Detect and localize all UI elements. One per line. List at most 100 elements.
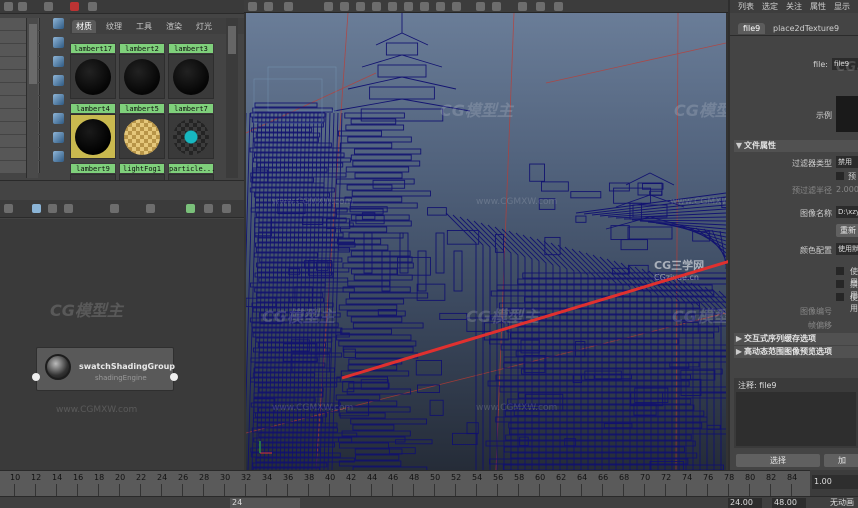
watermark: CG模型主 <box>836 60 858 75</box>
time-tick-label: 42 <box>346 473 357 482</box>
select-button[interactable]: 选择 <box>736 454 820 467</box>
time-tick <box>161 484 162 496</box>
time-tick-label: 30 <box>220 473 231 482</box>
time-tick <box>140 484 141 496</box>
menu-list[interactable]: 列表 <box>738 0 754 13</box>
time-tick-label: 56 <box>493 473 504 482</box>
time-tick-label: 12 <box>31 473 42 482</box>
time-tick <box>623 484 624 496</box>
time-tick <box>518 484 519 496</box>
time-tick-label: 18 <box>94 473 105 482</box>
time-tick-label: 66 <box>598 473 609 482</box>
collapse-triangle-icon: ▼ <box>735 141 743 150</box>
disable-checkbox[interactable] <box>836 280 844 288</box>
time-tick <box>539 484 540 496</box>
time-tick-label: 16 <box>73 473 84 482</box>
section-title: 高动态范围图像预览选项 <box>744 347 832 356</box>
time-tick-label: 36 <box>283 473 294 482</box>
time-tick-label: 48 <box>409 473 420 482</box>
range-end-field[interactable]: 24.00 <box>728 498 762 508</box>
prefilter-radius-label: 预过滤半径 <box>792 186 832 195</box>
time-tick-label: 38 <box>304 473 315 482</box>
attr-menu-bar: 列表 选定 关注 属性 显示 <box>730 0 858 13</box>
time-tick <box>266 484 267 496</box>
time-tick-label: 82 <box>766 473 777 482</box>
time-tick-label: 58 <box>514 473 525 482</box>
section-title: 文件属性 <box>744 141 776 150</box>
time-tick-label: 84 <box>787 473 798 482</box>
time-tick-label: 78 <box>724 473 735 482</box>
time-tick-label: 52 <box>451 473 462 482</box>
time-tick <box>770 484 771 496</box>
time-tick <box>560 484 561 496</box>
time-tick <box>77 484 78 496</box>
time-tick <box>371 484 372 496</box>
tab-file9[interactable]: file9 <box>738 23 766 34</box>
frame-number-label: 图像编号 <box>800 307 832 316</box>
time-tick <box>224 484 225 496</box>
section-interactive-sequence[interactable]: ▶ 交互式序列缓存选项 <box>734 333 858 345</box>
load-attributes-button[interactable]: 加 <box>824 454 858 467</box>
time-tick <box>749 484 750 496</box>
file-node-label: file: <box>813 60 828 69</box>
time-tick-label: 26 <box>178 473 189 482</box>
time-tick <box>497 484 498 496</box>
expand-triangle-icon: ▶ <box>735 334 743 343</box>
time-tick <box>644 484 645 496</box>
time-tick <box>119 484 120 496</box>
time-tick-label: 50 <box>430 473 441 482</box>
reload-button[interactable]: 重新 <box>836 224 858 237</box>
time-tick <box>392 484 393 496</box>
range-max-field[interactable]: 48.00 <box>772 498 806 508</box>
time-tick <box>245 484 246 496</box>
time-tick-label: 24 <box>157 473 168 482</box>
menu-focus[interactable]: 关注 <box>786 0 802 13</box>
current-frame-field[interactable]: 1.00 <box>812 475 858 489</box>
frame-offset-label: 帧偏移 <box>808 321 832 330</box>
time-tick <box>203 484 204 496</box>
color-space-dropdown[interactable]: 使用默 <box>836 243 858 255</box>
notes-textarea[interactable] <box>736 392 856 446</box>
prefilter-label: 预 <box>848 172 856 181</box>
section-file-attributes[interactable]: ▼ 文件属性 <box>734 140 858 152</box>
time-tick <box>791 484 792 496</box>
use-label-3: 使用 <box>850 293 858 313</box>
sample-label: 示例 <box>816 111 832 120</box>
filter-type-label: 过滤器类型 <box>792 159 832 168</box>
time-tick-label: 20 <box>115 473 126 482</box>
time-tick <box>14 484 15 496</box>
range-start-field[interactable]: 24 <box>230 498 300 508</box>
sample-swatch <box>836 96 858 132</box>
time-tick-label: 22 <box>136 473 147 482</box>
time-tick <box>329 484 330 496</box>
time-tick-label: 72 <box>661 473 672 482</box>
menu-show[interactable]: 显示 <box>834 0 850 13</box>
menu-selected[interactable]: 选定 <box>762 0 778 13</box>
prefilter-checkbox[interactable] <box>836 172 844 180</box>
tab-place2dtexture9[interactable]: place2dTexture9 <box>768 23 844 34</box>
time-tick-label: 46 <box>388 473 399 482</box>
time-tick <box>728 484 729 496</box>
section-hdr-preview[interactable]: ▶ 高动态范围图像预览选项 <box>734 346 858 358</box>
time-tick <box>455 484 456 496</box>
image-name-field[interactable]: D:\xzy <box>836 206 858 218</box>
time-tick <box>35 484 36 496</box>
time-tick <box>581 484 582 496</box>
use-checkbox-1[interactable] <box>836 267 844 275</box>
time-tick-label: 70 <box>640 473 651 482</box>
use-checkbox-2[interactable] <box>836 293 844 301</box>
time-tick <box>413 484 414 496</box>
anim-layer-status: 无动画层 <box>828 498 858 508</box>
time-tick <box>476 484 477 496</box>
color-space-label: 颜色配置 <box>800 246 832 255</box>
time-tick-label: 34 <box>262 473 273 482</box>
time-tick-label: 40 <box>325 473 336 482</box>
time-tick <box>665 484 666 496</box>
filter-type-dropdown[interactable]: 禁用 <box>836 156 858 168</box>
menu-attributes[interactable]: 属性 <box>810 0 826 13</box>
time-tick <box>98 484 99 496</box>
time-tick-label: 80 <box>745 473 756 482</box>
attr-node-tabs: file9 place2dTexture9 <box>730 20 858 36</box>
time-slider[interactable]: 10 12 14 16 18 20 22 24 26 28 30 32 34 36 38 40 42 44 46 48… <box>0 470 810 496</box>
attribute-editor: 列表 选定 关注 属性 显示 file9 place2dTexture9 fil… <box>728 0 858 470</box>
